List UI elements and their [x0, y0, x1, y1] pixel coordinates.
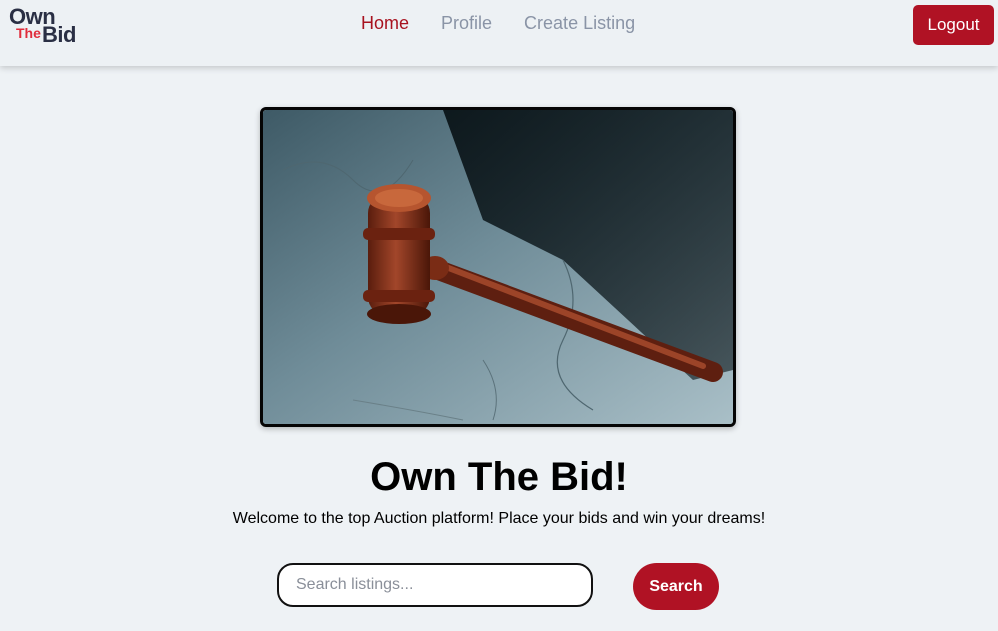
nav-links: Home Profile Create Listing	[361, 13, 635, 34]
nav-link-home[interactable]: Home	[361, 13, 409, 34]
page-subtitle: Welcome to the top Auction platform! Pla…	[232, 510, 766, 527]
logo-text-bid: Bid	[42, 22, 76, 47]
logout-button[interactable]: Logout	[913, 5, 994, 45]
logo-text-the: The	[16, 25, 41, 41]
logo[interactable]: Own The Bid	[9, 4, 84, 48]
nav-link-profile[interactable]: Profile	[441, 13, 492, 34]
navbar: Own The Bid Home Profile Create Listing …	[0, 0, 998, 66]
nav-link-create-listing[interactable]: Create Listing	[524, 13, 635, 34]
search-input[interactable]	[277, 563, 593, 607]
search-button[interactable]: Search	[633, 563, 719, 610]
hero-gavel-image	[260, 107, 736, 427]
gavel-image-icon	[263, 110, 733, 424]
page-title: Own The Bid!	[370, 455, 628, 499]
